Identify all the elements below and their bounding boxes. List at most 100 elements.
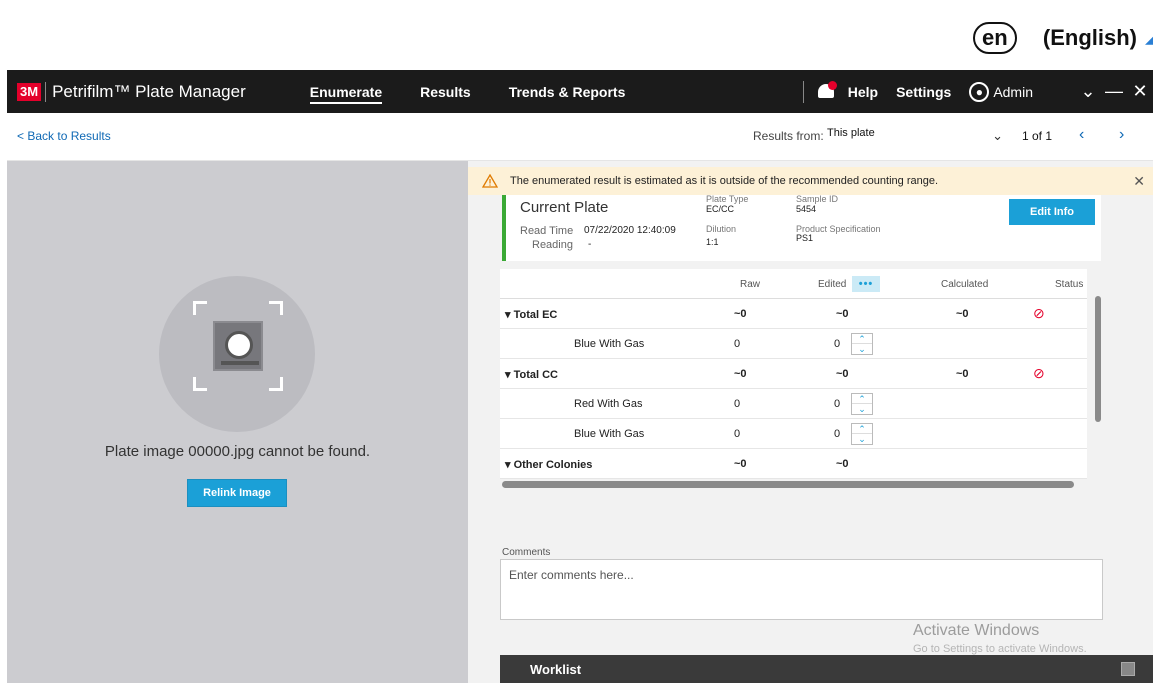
chevron-down-icon[interactable]: ⌄	[852, 434, 872, 444]
pager-text: 1 of 1	[1022, 129, 1053, 143]
read-time-value: 07/22/2020 12:40:09	[584, 225, 676, 236]
results-panel: The enumerated result is estimated as it…	[468, 161, 1153, 683]
user-name[interactable]: Admin	[993, 84, 1033, 100]
missing-image-message: Plate image 00000.jpg cannot be found.	[104, 443, 371, 460]
app-header: 3M Petrifilm™ Plate Manager Enumerate Re…	[7, 70, 1153, 113]
count-stepper[interactable]: ⌃ ⌄	[851, 423, 873, 445]
row-name: ▾ Total EC	[505, 309, 558, 321]
header-divider	[802, 80, 804, 103]
raw-value: 0	[734, 428, 741, 440]
table-row[interactable]: ▾ Other Colonies ~0 ~0	[500, 449, 1087, 479]
language-indicator[interactable]: en (English) ◢	[972, 20, 1153, 56]
horizontal-scrollbar[interactable]	[502, 481, 1074, 488]
raw-value: ~0	[734, 458, 747, 470]
status-error-icon: ⊘	[1033, 365, 1045, 381]
raw-value: ~0	[734, 308, 747, 320]
worklist-label: Worklist	[530, 662, 582, 677]
raw-value: 0	[734, 398, 741, 410]
chevron-down-icon[interactable]: ⌄	[1075, 81, 1101, 102]
table-row: Red With Gas 0 0 ⌃ ⌄	[500, 389, 1087, 419]
warning-text: The enumerated result is estimated as it…	[510, 175, 939, 187]
sample-id-value: 5454	[796, 204, 817, 214]
worklist-bar[interactable]: Worklist	[500, 655, 1153, 683]
dilution-value: 1:1	[706, 237, 719, 247]
product-spec-value: PS1	[796, 233, 814, 243]
dilution-label: Dilution	[706, 224, 737, 234]
col-edited: Edited	[818, 279, 847, 290]
chevron-down-icon: ⌄	[992, 128, 1003, 143]
3m-logo: 3M	[17, 82, 42, 101]
more-options-icon[interactable]: •••	[852, 276, 880, 292]
edited-value: 0	[834, 428, 841, 440]
results-table: Raw Edited ••• Calculated Status ▾ Total…	[500, 269, 1087, 479]
row-name: ▾ Other Colonies	[505, 459, 593, 471]
table-header: Raw Edited ••• Calculated Status	[500, 269, 1087, 299]
edit-info-button[interactable]: Edit Info	[1009, 199, 1095, 225]
brand: 3M Petrifilm™ Plate Manager	[17, 81, 246, 102]
raw-value: 0	[734, 338, 741, 350]
chevron-down-icon[interactable]: ⌄	[852, 344, 872, 354]
calculated-value: ~0	[956, 308, 969, 320]
edited-value: 0	[834, 398, 841, 410]
comments-input[interactable]: Enter comments here...	[500, 559, 1103, 620]
minimize-icon[interactable]: —	[1101, 81, 1127, 102]
user-avatar-icon[interactable]: ●	[969, 81, 990, 102]
subheader: < Back to Results Results from: This pla…	[7, 113, 1153, 161]
table-row: Blue With Gas 0 0 ⌃ ⌄	[500, 329, 1087, 359]
chevron-up-icon[interactable]: ⌃	[852, 334, 872, 344]
row-name: Blue With Gas	[574, 428, 645, 440]
prev-page-icon[interactable]: ‹	[1079, 126, 1084, 144]
header-actions: Help Settings ● Admin ⌄ — ✕	[802, 70, 1153, 113]
sample-id-label: Sample ID	[796, 194, 839, 204]
relink-image-button[interactable]: Relink Image	[187, 479, 287, 507]
nav-results[interactable]: Results	[420, 70, 471, 113]
activate-windows-subtitle: Go to Settings to activate Windows.	[913, 643, 1087, 655]
back-to-results-link[interactable]: < Back to Results	[17, 129, 111, 143]
status-error-icon: ⊘	[1033, 305, 1045, 321]
nav-trends-reports[interactable]: Trends & Reports	[509, 70, 626, 113]
notification-bell-icon[interactable]	[816, 80, 837, 102]
row-name: Blue With Gas	[574, 338, 645, 350]
warning-icon	[482, 174, 498, 188]
language-name: (English)	[1042, 25, 1137, 50]
nav-enumerate[interactable]: Enumerate	[309, 70, 383, 113]
settings-link[interactable]: Settings	[896, 84, 951, 100]
edited-value: ~0	[836, 308, 849, 320]
help-link[interactable]: Help	[848, 84, 878, 100]
results-from-select[interactable]: This plate ⌄	[827, 127, 1003, 147]
expand-icon[interactable]	[1121, 662, 1135, 676]
raw-value: ~0	[734, 368, 747, 380]
col-status: Status	[1055, 279, 1084, 290]
edited-value: ~0	[836, 368, 849, 380]
row-name: ▾ Total CC	[505, 369, 558, 381]
plate-title: Current Plate	[520, 199, 609, 216]
count-stepper[interactable]: ⌃ ⌄	[851, 333, 873, 355]
chevron-up-icon[interactable]: ⌃	[852, 394, 872, 404]
expand-caret-icon: ▾	[505, 309, 514, 321]
table-row[interactable]: ▾ Total CC ~0 ~0 ~0 ⊘	[500, 359, 1087, 389]
row-name: Red With Gas	[574, 398, 643, 410]
results-from-value: This plate	[827, 127, 875, 139]
pointer-icon: ◢	[1145, 29, 1153, 46]
chevron-up-icon[interactable]: ⌃	[852, 424, 872, 434]
plate-type-label: Plate Type	[706, 194, 749, 204]
count-stepper[interactable]: ⌃ ⌄	[851, 393, 873, 415]
table-row[interactable]: ▾ Total EC ~0 ~0 ~0 ⊘	[500, 299, 1087, 329]
missing-image-icon	[193, 301, 283, 391]
main-nav: Enumerate Results Trends & Reports	[309, 70, 664, 113]
plate-image-panel: Plate image 00000.jpg cannot be found. R…	[7, 161, 468, 683]
plate-info-card: Current Plate Read Time 07/22/2020 12:40…	[502, 194, 1101, 261]
app-name: Petrifilm™ Plate Manager	[45, 81, 246, 102]
plate-type-value: EC/CC	[706, 204, 735, 214]
next-page-icon[interactable]: ›	[1119, 126, 1124, 144]
reading-label: Reading	[532, 239, 573, 251]
close-window-icon[interactable]: ✕	[1127, 81, 1153, 102]
col-calculated: Calculated	[941, 279, 989, 290]
chevron-down-icon[interactable]: ⌄	[852, 404, 872, 414]
edited-value: ~0	[836, 458, 849, 470]
close-icon[interactable]: ✕	[1133, 173, 1145, 190]
vertical-scrollbar[interactable]	[1095, 296, 1101, 422]
language-code: en	[972, 22, 1017, 54]
warning-banner: The enumerated result is estimated as it…	[468, 167, 1153, 195]
expand-caret-icon: ▾	[505, 369, 514, 381]
